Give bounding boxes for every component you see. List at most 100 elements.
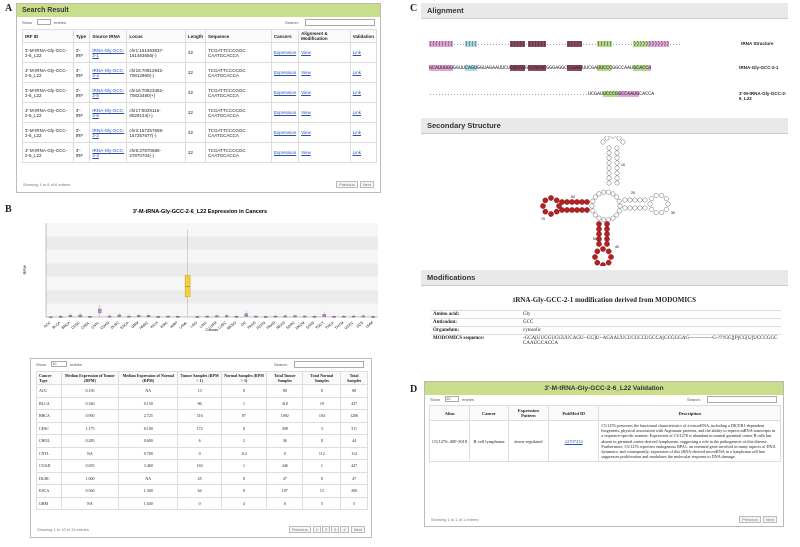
cell-source[interactable]: tRNA-Gly-GCC-2-4 <box>89 62 128 83</box>
table-cell: 1.175 <box>60 421 120 435</box>
column-header[interactable]: Alias <box>428 405 471 421</box>
table-cell: 446 <box>265 459 304 473</box>
cell-cancers[interactable]: Expression <box>270 42 300 63</box>
cell-source[interactable]: tRNA-Gly-GCC-2-1 <box>89 42 128 63</box>
table-cell: 36 <box>265 434 304 448</box>
column-header[interactable]: Sequence <box>204 29 272 43</box>
column-header[interactable]: Tumor Samples (RPM > 1) <box>177 371 223 385</box>
table-cell: 1 <box>221 459 267 473</box>
search-input[interactable] <box>707 396 777 403</box>
expression-table-controls: Show 10 entries Search: <box>31 359 371 371</box>
column-header[interactable]: Expression Pattern <box>507 405 550 421</box>
column-header[interactable]: Validation <box>349 29 378 43</box>
column-header[interactable]: Locus <box>126 29 186 43</box>
next-button[interactable]: Next <box>359 181 374 188</box>
table-cell: 112 <box>302 446 342 460</box>
table-cell: 25 <box>177 471 223 485</box>
next-button[interactable]: Next <box>350 526 365 533</box>
page-button[interactable]: 3 <box>331 526 340 533</box>
cell-source[interactable]: tRNA-Gly-GCC-2-5 <box>89 82 128 103</box>
cell-align[interactable]: View <box>298 82 351 103</box>
cell-valid[interactable]: Link <box>349 82 378 103</box>
table-cell: 44 <box>340 434 368 448</box>
search-input[interactable] <box>294 361 364 368</box>
modifications-table: Amino acid: Gly Anticodon: GCC Organelum: cyt… <box>431 310 781 347</box>
column-header[interactable]: Cancers <box>270 29 300 43</box>
cell-align[interactable]: View <box>298 62 351 83</box>
cell-cancers[interactable]: Expression <box>270 102 300 123</box>
column-header[interactable]: PubMed ID <box>547 405 600 421</box>
column-header[interactable]: Median Expression of Tumor (RPM) <box>60 371 120 385</box>
trf-nucleotide <box>569 207 575 213</box>
entries-select[interactable] <box>37 19 51 25</box>
cell-cancers[interactable]: Expression <box>270 122 300 143</box>
cell-source[interactable]: tRNA-Gly-GCC-2-2 <box>89 122 128 143</box>
column-header[interactable]: Normal Samples (RPM > 1) <box>221 371 267 385</box>
trf-nucleotide <box>596 226 602 232</box>
column-header[interactable]: Total Samples <box>340 371 368 385</box>
cell-source[interactable]: tRNA-Gly-GCC-2-6 <box>89 102 128 123</box>
cell-valid[interactable]: Link <box>349 142 378 163</box>
table-row: CHOL 0.285 0.600 6 2 36 8 44 <box>36 434 368 448</box>
column-header[interactable]: Alignment & Modification <box>298 29 351 43</box>
cell-align[interactable]: View <box>298 42 351 63</box>
table-row: ESCA 0.560 1.300 64 8 187 13 200 <box>36 484 368 498</box>
alignment-segment: UCCCG <box>603 91 619 97</box>
table-cell: 0 <box>265 446 304 460</box>
cell-valid[interactable]: Link <box>349 102 378 123</box>
nucleotide <box>653 193 659 198</box>
cell-alias: CU1276; tRF-3018 <box>428 419 471 463</box>
entries-select[interactable]: 10 <box>51 361 67 367</box>
tick-label: CESC <box>71 320 82 330</box>
search-input[interactable] <box>305 19 375 26</box>
cell-cancers[interactable]: Expression <box>270 142 300 163</box>
page-button[interactable]: 2 <box>321 526 331 533</box>
table-row: 3'-M-tRNA-Gly-GCC-2-6_L22 3'-tRF tRNA-Gly-… <box>22 102 378 123</box>
column-header[interactable]: Description <box>598 405 781 421</box>
page-button[interactable]: 1 <box>312 526 321 533</box>
page-button[interactable]: 4 <box>340 526 349 533</box>
cell-align[interactable]: View <box>298 102 351 123</box>
search-result-controls: Show entries Search: <box>17 17 380 29</box>
column-header[interactable]: Type <box>72 29 91 43</box>
expression-table: Cancer Type Median Expression of Tumor (R… <box>36 371 368 510</box>
column-header[interactable]: Length <box>184 29 206 43</box>
trf-nucleotide <box>569 199 575 205</box>
table-cell: 1.300 <box>118 484 179 498</box>
cell-source[interactable]: tRNA-Gly-GCC-2-3 <box>89 142 128 163</box>
nucleotide <box>663 196 669 202</box>
cell-align[interactable]: View <box>298 122 351 143</box>
tick-label: KIRC <box>160 320 169 329</box>
prev-button[interactable]: Previous <box>336 181 358 188</box>
table-row: CNTL NA 9.700 0 112 0 112 112 <box>36 446 368 460</box>
table-row: COAD 0.655 3.460 163 1 446 1 447 <box>36 459 368 473</box>
grid-band <box>46 223 378 237</box>
tick-label: UVM <box>365 321 374 329</box>
cell-pmid[interactable]: 22707232 <box>547 419 600 463</box>
cell-valid[interactable]: Link <box>349 42 378 63</box>
grid-band <box>46 263 378 277</box>
column-header[interactable]: Cancer <box>469 405 509 421</box>
column-header[interactable]: Median Expression of Normal (RPM) <box>118 371 179 385</box>
next-button[interactable]: Next <box>762 516 777 523</box>
cell-align[interactable]: View <box>298 142 351 163</box>
prev-button[interactable]: Previous <box>289 526 311 533</box>
cell-valid[interactable]: Link <box>349 62 378 83</box>
column-header[interactable]: Source tRNA <box>89 29 128 43</box>
prev-button[interactable]: Previous <box>739 516 761 523</box>
position-label: 60 <box>571 195 575 199</box>
column-header[interactable]: Total Normal Samples <box>302 371 342 385</box>
cell-valid[interactable]: Link <box>349 122 378 143</box>
cell-cancers[interactable]: Expression <box>270 62 300 83</box>
cell-len: 22 <box>184 42 206 63</box>
table-cell: 1092 <box>265 409 304 423</box>
column-header[interactable]: Total Tumor Samples <box>265 371 304 385</box>
column-header[interactable]: Cancer Type <box>36 371 62 385</box>
column-header[interactable]: tRF ID <box>22 29 74 43</box>
cell-cancers[interactable]: Expression <box>270 82 300 103</box>
cell-locus: chr6:27870686-27870704(-) <box>126 142 186 163</box>
tick-label: UCEC <box>344 320 355 330</box>
alignment-segment: ..... <box>582 41 598 47</box>
entries-select[interactable]: 10 <box>445 396 459 402</box>
secondary-structure-panel: Secondary Structure 10 20 30 40 50 60 70 <box>421 118 788 268</box>
